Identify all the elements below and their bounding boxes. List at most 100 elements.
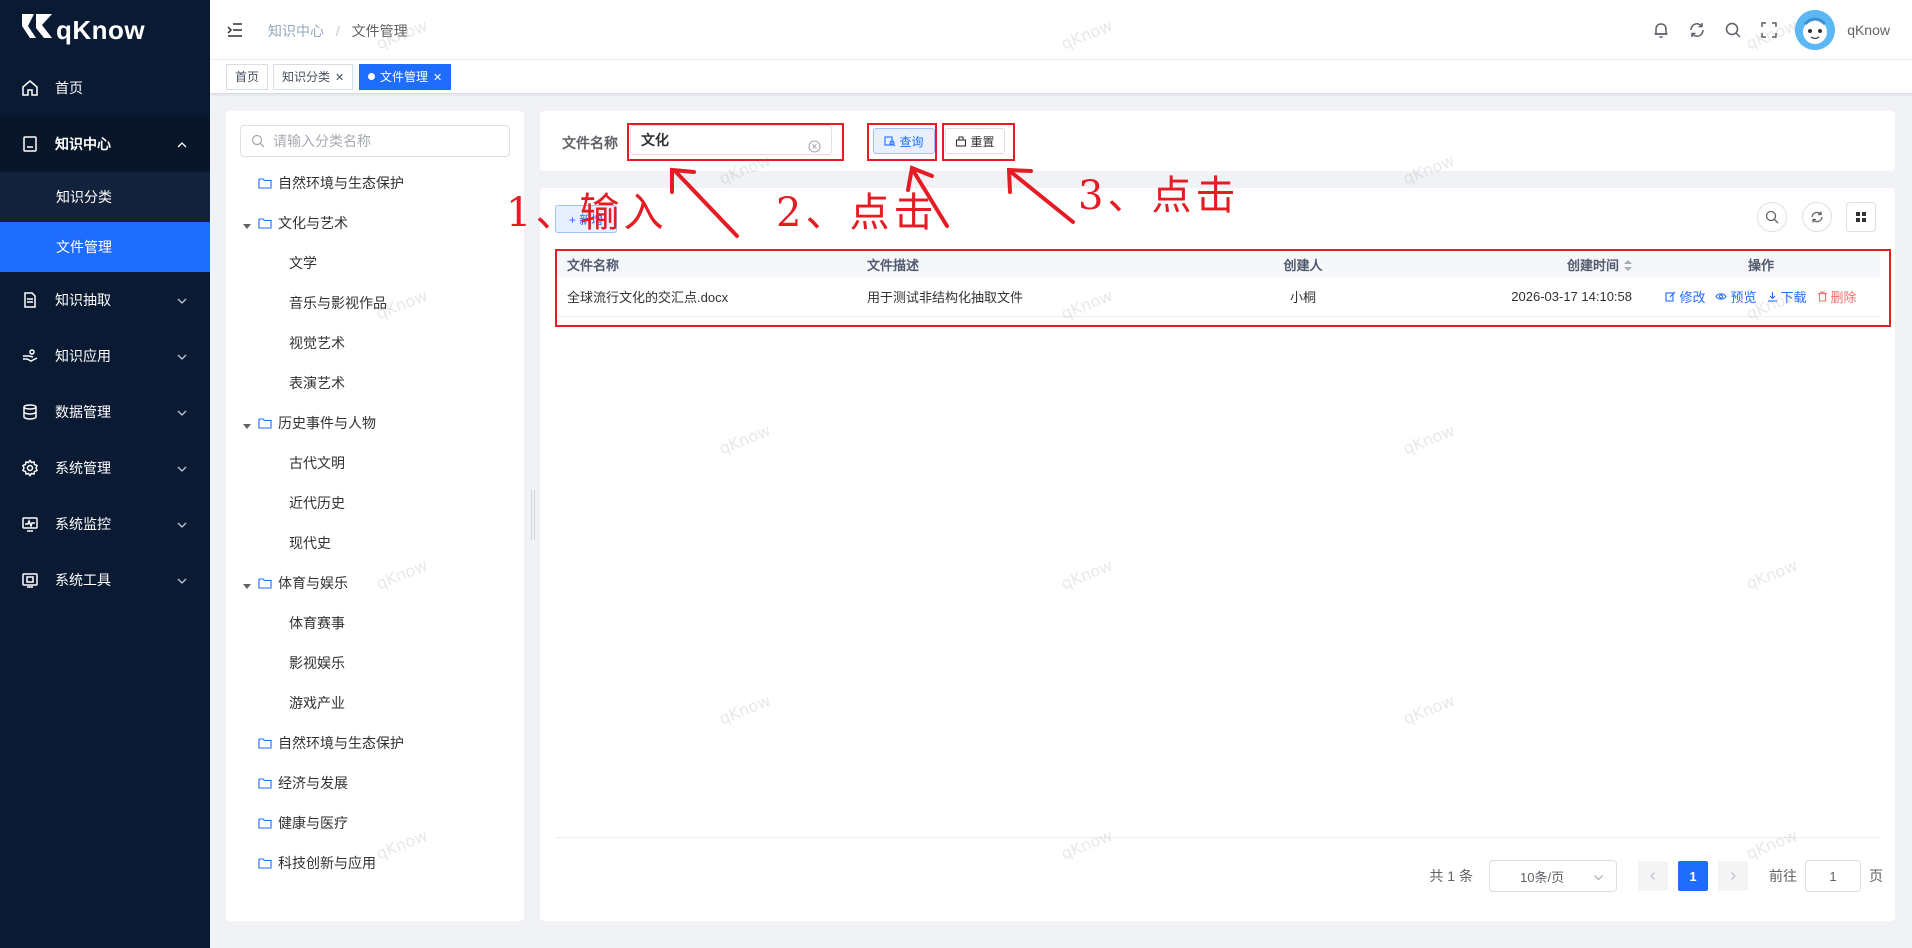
clear-icon[interactable]	[808, 134, 821, 153]
chevron-left-icon	[1650, 872, 1655, 880]
tree-node[interactable]: 视觉艺术	[289, 330, 345, 356]
sidebar-item-system-tools[interactable]: 系统工具	[0, 552, 210, 608]
tree-node[interactable]: 影视娱乐	[289, 650, 345, 676]
tree-node[interactable]: 自然环境与生态保护	[242, 170, 404, 196]
chevron-down-icon	[176, 462, 188, 474]
refresh-table-button[interactable]	[1802, 202, 1832, 232]
pagination: 共 1 条 10条/页 1 前往 1 页	[1429, 860, 1883, 892]
sidebar-item-knowledge-center[interactable]: 知识中心	[0, 116, 210, 172]
avatar[interactable]	[1795, 10, 1836, 50]
preview-button[interactable]: 预览	[1715, 287, 1757, 306]
file-name-input[interactable]: 文化	[630, 125, 832, 155]
sidebar-item-system-management[interactable]: 系统管理	[0, 440, 210, 496]
delete-button[interactable]: 删除	[1817, 287, 1857, 306]
arrow-head	[906, 165, 934, 192]
tree-node[interactable]: 经济与发展	[242, 770, 348, 796]
edit-button[interactable]: 修改	[1665, 287, 1705, 306]
folder-icon	[258, 416, 272, 430]
sidebar-item-label: 知识应用	[55, 348, 111, 364]
sort-icon[interactable]	[1624, 259, 1632, 274]
tree-node[interactable]: 体育赛事	[289, 610, 345, 636]
sidebar-item-knowledge-application[interactable]: 知识应用	[0, 328, 210, 384]
bell-icon[interactable]	[1651, 20, 1671, 40]
file-name-label: 文件名称	[562, 135, 618, 151]
table-header: 文件名称 文件描述 创建人 创建时间 操作	[555, 251, 1880, 277]
sidebar-item-knowledge-category[interactable]: 知识分类	[0, 172, 210, 222]
tree-node[interactable]: 近代历史	[289, 490, 345, 516]
tag-file-management[interactable]: 文件管理 ✕	[359, 64, 452, 90]
caret-down-icon[interactable]	[242, 218, 252, 229]
sidebar-item-label: 系统工具	[55, 572, 111, 588]
tree-node[interactable]: 文化与艺术	[242, 210, 348, 236]
breadcrumb: 知识中心 / 文件管理	[268, 23, 408, 39]
sidebar-item-label: 系统监控	[55, 516, 111, 532]
search-icon[interactable]	[1723, 20, 1743, 40]
navbar: 知识中心 / 文件管理 qKnow	[210, 0, 1912, 60]
file-name-cell: 全球流行文化的交汇点.docx	[567, 290, 729, 305]
folder-icon	[258, 736, 272, 750]
sidebar-item-label: 文件管理	[56, 239, 112, 255]
page-number-current[interactable]: 1	[1678, 861, 1708, 891]
tree-node[interactable]: 文学	[289, 250, 317, 276]
tree-node[interactable]: 游戏产业	[289, 690, 345, 716]
download-button[interactable]: 下载	[1767, 287, 1807, 306]
columns-button[interactable]	[1846, 202, 1876, 232]
tree-node[interactable]: 自然环境与生态保护	[242, 730, 404, 756]
download-icon	[1767, 292, 1777, 302]
page-size-select[interactable]: 10条/页	[1489, 860, 1617, 892]
sidebar-item-data-management[interactable]: 数据管理	[0, 384, 210, 440]
refresh-icon[interactable]	[1687, 20, 1707, 40]
sidebar-item-label: 首页	[55, 80, 83, 96]
close-icon[interactable]: ✕	[335, 72, 344, 84]
tree-node[interactable]: 体育与娱乐	[242, 570, 348, 596]
sidebar-item-system-monitor[interactable]: 系统监控	[0, 496, 210, 552]
search-icon	[251, 134, 265, 148]
tree-node[interactable]: 现代史	[289, 530, 331, 556]
goto-suffix: 页	[1869, 868, 1883, 884]
tree-node[interactable]: 音乐与影视作品	[289, 290, 387, 316]
tree-node[interactable]: 表演艺术	[289, 370, 345, 396]
creator-cell: 小桐	[1289, 290, 1316, 305]
tree-node[interactable]: 古代文明	[289, 450, 345, 476]
home-icon	[20, 78, 40, 98]
add-button[interactable]: + 新增	[555, 205, 617, 233]
column-header-sortable[interactable]: 创建时间	[1357, 255, 1642, 274]
prev-page-button[interactable]	[1638, 861, 1668, 891]
query-button[interactable]: 查询	[873, 128, 935, 154]
file-desc-cell: 用于测试非结构化抽取文件	[867, 290, 1024, 305]
app-logo[interactable]: qKnow	[0, 0, 210, 60]
sidebar-item-file-management[interactable]: 文件管理	[0, 222, 210, 272]
tree-node[interactable]: 历史事件与人物	[242, 410, 376, 436]
tag-knowledge-category[interactable]: 知识分类 ✕	[273, 64, 354, 90]
close-icon[interactable]: ✕	[433, 72, 442, 84]
chevron-down-icon	[176, 294, 188, 306]
panel-splitter[interactable]	[531, 490, 535, 540]
app-name: qKnow	[56, 14, 146, 45]
navbar-actions: qKnow	[1635, 10, 1890, 50]
chevron-down-icon	[176, 350, 188, 362]
caret-down-icon[interactable]	[242, 578, 252, 589]
tag-home[interactable]: 首页	[226, 64, 269, 90]
trash-icon	[1817, 291, 1827, 302]
next-page-button[interactable]	[1718, 861, 1748, 891]
table-row: 全球流行文化的交汇点.docx 用于测试非结构化抽取文件 小桐 2026-03-…	[555, 277, 1880, 317]
sidebar-item-home[interactable]: 首页	[0, 60, 210, 116]
folder-icon	[258, 176, 272, 190]
menu-fold-icon[interactable]	[225, 20, 245, 40]
tree-node[interactable]: 健康与医疗	[242, 810, 348, 836]
toggle-search-button[interactable]	[1757, 202, 1787, 232]
reset-button[interactable]: 重置	[945, 128, 1005, 154]
category-search-input[interactable]: 请输入分类名称	[240, 125, 510, 157]
tags-view: 首页 知识分类 ✕ 文件管理 ✕	[210, 60, 1912, 94]
sidebar: qKnow 首页 知识中心 知识分类 文件管理 知识抽取 知识应用 数据管理 系…	[0, 0, 210, 948]
chevron-down-icon	[1593, 871, 1604, 886]
goto-page-input[interactable]: 1	[1805, 860, 1861, 892]
sidebar-item-knowledge-extraction[interactable]: 知识抽取	[0, 272, 210, 328]
breadcrumb-item[interactable]: 知识中心	[268, 23, 324, 39]
fullscreen-icon[interactable]	[1759, 20, 1779, 40]
search-form: 文件名称 文化 查询 重置	[540, 111, 1895, 171]
user-name[interactable]: qKnow	[1847, 22, 1890, 38]
folder-icon	[258, 576, 272, 590]
caret-down-icon[interactable]	[242, 418, 252, 429]
tree-node[interactable]: 科技创新与应用	[242, 850, 376, 876]
